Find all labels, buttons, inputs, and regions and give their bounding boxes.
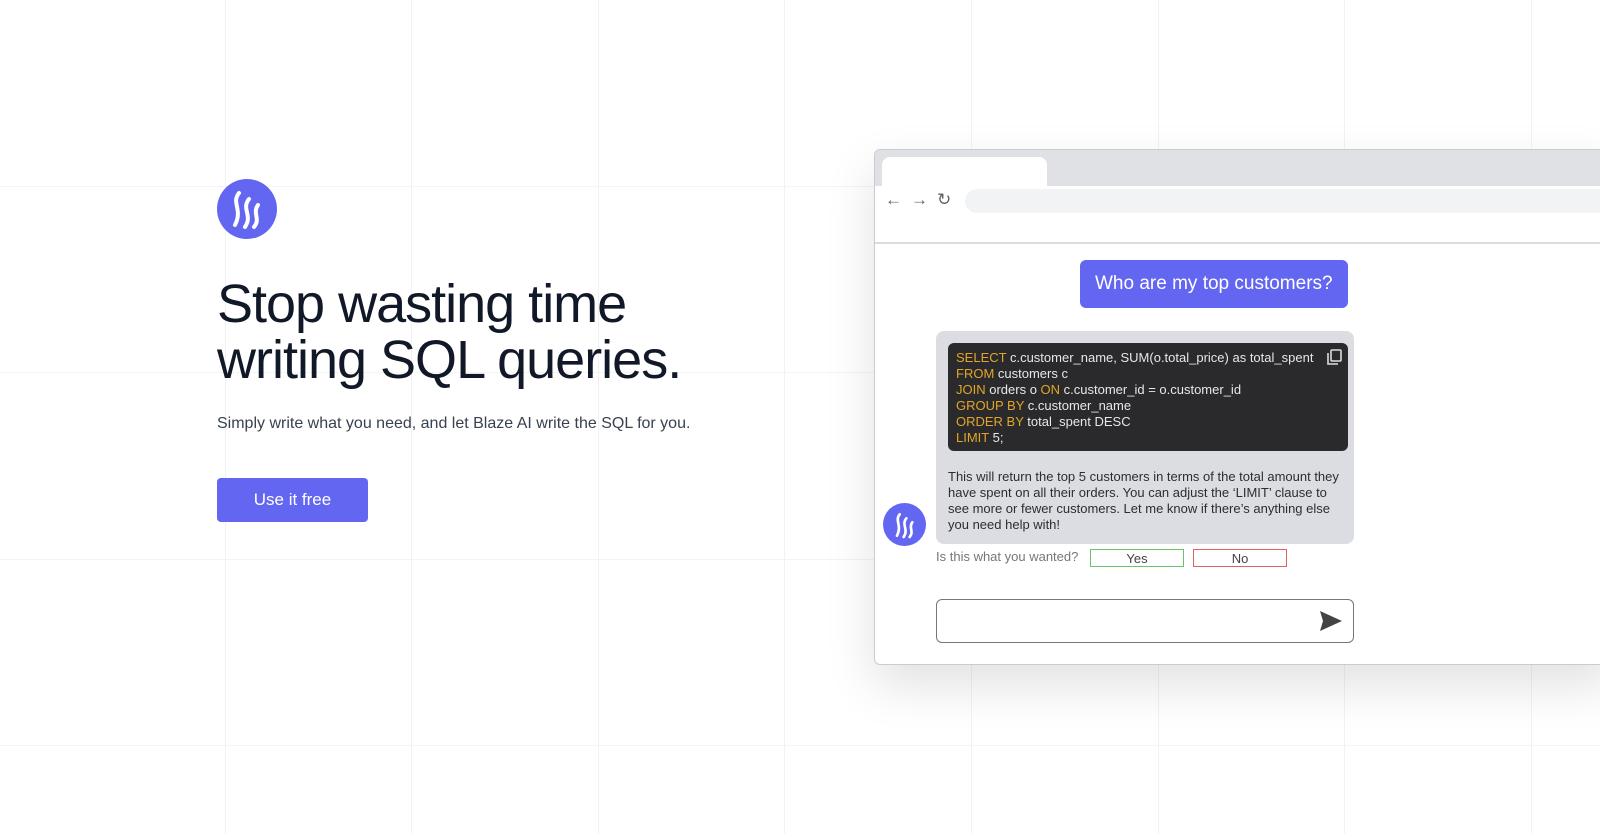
feedback-prompt: Is this what you wanted? bbox=[936, 549, 1079, 564]
tab-bar bbox=[875, 150, 1600, 186]
use-it-free-button[interactable]: Use it free bbox=[217, 478, 368, 522]
sql-code-block: SELECT c.customer_name, SUM(o.total_pric… bbox=[948, 343, 1348, 451]
browser-mockup: ← → ↻ Who are my top customers? SELECT c… bbox=[874, 149, 1600, 665]
nav-bar: ← → ↻ bbox=[875, 186, 1600, 244]
assistant-message: SELECT c.customer_name, SUM(o.total_pric… bbox=[936, 331, 1354, 544]
reload-icon[interactable]: ↻ bbox=[937, 190, 951, 210]
forward-arrow-icon[interactable]: → bbox=[911, 190, 928, 210]
send-icon[interactable] bbox=[1319, 610, 1343, 632]
page-title: Stop wasting time writing SQL queries. bbox=[217, 274, 682, 390]
chat-input[interactable] bbox=[936, 599, 1354, 643]
browser-tab[interactable] bbox=[882, 157, 1047, 186]
address-bar[interactable] bbox=[965, 189, 1600, 213]
flame-icon bbox=[895, 512, 914, 538]
no-button[interactable]: No bbox=[1193, 549, 1287, 567]
assistant-avatar bbox=[883, 503, 926, 546]
flame-icon bbox=[233, 191, 260, 229]
copy-icon[interactable] bbox=[1326, 349, 1342, 366]
subtitle: Simply write what you need, and let Blaz… bbox=[217, 415, 691, 432]
blaze-logo bbox=[217, 179, 277, 239]
user-message: Who are my top customers? bbox=[1080, 260, 1348, 308]
yes-button[interactable]: Yes bbox=[1090, 549, 1184, 567]
assistant-answer-text: This will return the top 5 customers in … bbox=[948, 469, 1339, 532]
back-arrow-icon[interactable]: ← bbox=[885, 190, 902, 210]
